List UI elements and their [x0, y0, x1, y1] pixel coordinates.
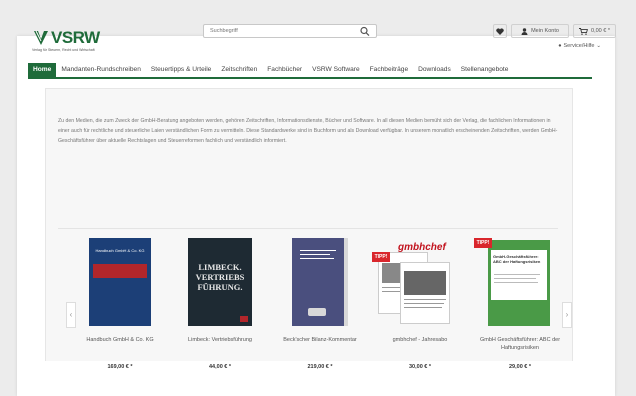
- cart-total: 0,00 € *: [591, 28, 610, 34]
- logo-icon: [34, 30, 48, 45]
- account-label: Mein Konto: [531, 28, 559, 34]
- account-button[interactable]: Mein Konto: [511, 24, 569, 38]
- cover-title: Handbuch GmbH & Co. KG: [95, 248, 145, 253]
- slider-next-button[interactable]: ›: [562, 302, 572, 328]
- product-cover[interactable]: GmbH-Geschäftsführer: ABC der Haftungsri…: [488, 240, 550, 326]
- heart-icon: [496, 27, 504, 35]
- service-label: Service/Hilfe: [563, 43, 595, 49]
- nav-item-home[interactable]: Home: [28, 63, 57, 77]
- product-price: 44,00 € *: [208, 364, 232, 370]
- cover-title: gmbhchef: [398, 242, 446, 253]
- product-name[interactable]: gmbhchef - Jahresabo: [370, 336, 470, 344]
- tipp-badge: TIPP!: [474, 238, 492, 248]
- nav-item-downloads[interactable]: Downloads: [413, 63, 456, 77]
- product-cover[interactable]: Handbuch GmbH & Co. KG: [89, 238, 151, 326]
- nav-item-vsrw-software[interactable]: VSRW Software: [307, 63, 365, 77]
- cover-title: GmbH-Geschäftsführer: ABC der Haftungsri…: [493, 254, 541, 264]
- nav-item-zeitschriften[interactable]: Zeitschriften: [216, 63, 262, 77]
- logo-subtext: Verlag für Steuern, Recht und Wirtschaft: [32, 48, 95, 52]
- cover-title: LIMBECK. VERTRIEBS FÜHRUNG.: [195, 262, 245, 292]
- logo[interactable]: VSRW Verlag für Steuern, Recht und Wirts…: [32, 27, 122, 53]
- chevron-right-icon: ›: [565, 310, 569, 319]
- nav-item-steuertipps[interactable]: Steuertipps & Urteile: [146, 63, 216, 77]
- search-bar: [203, 24, 377, 38]
- user-icon: [521, 27, 528, 35]
- chevron-down-icon: ⌄: [596, 43, 601, 49]
- product-cover[interactable]: [400, 262, 450, 324]
- product-cover[interactable]: [292, 238, 348, 326]
- header-actions: Mein Konto 0,00 € *: [493, 24, 616, 38]
- intro-text: Zu den Medien, die zum Zweck der GmbH-Be…: [58, 118, 558, 144]
- nav-item-fachbuecher[interactable]: Fachbücher: [262, 63, 307, 77]
- logo-text: VSRW: [51, 28, 100, 47]
- tipp-badge: TIPP!: [372, 252, 390, 262]
- product-name[interactable]: GmbH Geschäftsführer: ABC der Haftungsri…: [470, 336, 570, 352]
- product-price: 169,00 € *: [107, 364, 133, 370]
- cart-icon: [579, 27, 589, 35]
- service-icon: ●: [558, 43, 562, 49]
- wishlist-button[interactable]: [493, 24, 507, 38]
- product-cover[interactable]: LIMBECK. VERTRIEBS FÜHRUNG.: [188, 238, 252, 326]
- main-nav: Home Mandanten-Rundschreiben Steuertipps…: [28, 63, 592, 79]
- service-menu[interactable]: ● Service/Hilfe ⌄: [558, 43, 601, 49]
- nav-item-stellenangebote[interactable]: Stellenangebote: [456, 63, 514, 77]
- product-name[interactable]: Beck'scher Bilanz-Kommentar: [270, 336, 370, 344]
- search-input[interactable]: [210, 27, 340, 35]
- divider: [58, 228, 558, 229]
- cart-button[interactable]: 0,00 € *: [573, 24, 616, 38]
- product-price: 219,00 € *: [307, 364, 333, 370]
- product-name[interactable]: Handbuch GmbH & Co. KG: [70, 336, 170, 344]
- product-price: 30,00 € *: [408, 364, 432, 370]
- chevron-left-icon: ‹: [69, 310, 73, 319]
- product-price: 29,00 € *: [508, 364, 532, 370]
- slider-prev-button[interactable]: ‹: [66, 302, 76, 328]
- search-icon[interactable]: [359, 26, 371, 37]
- product-name[interactable]: Limbeck: Vertriebsführung: [170, 336, 270, 344]
- nav-item-mandanten-rundschreiben[interactable]: Mandanten-Rundschreiben: [56, 63, 146, 77]
- nav-item-fachbeitraege[interactable]: Fachbeiträge: [365, 63, 414, 77]
